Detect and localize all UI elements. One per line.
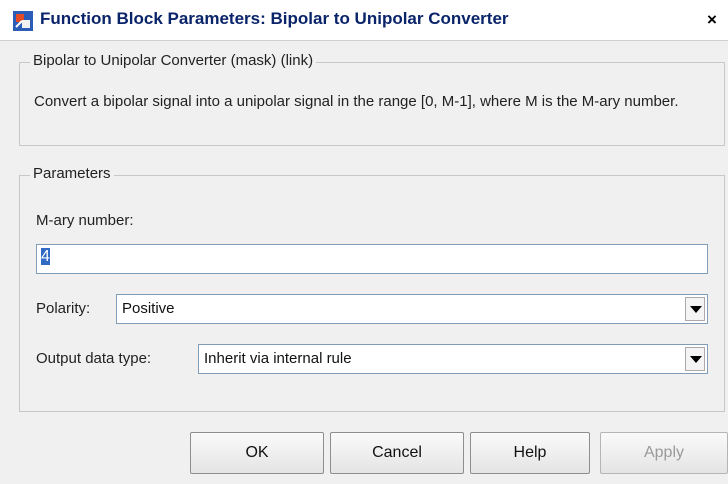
- help-button[interactable]: Help: [470, 432, 590, 474]
- chevron-down-icon[interactable]: [685, 347, 705, 371]
- parameters-group-label: Parameters: [30, 165, 114, 182]
- polarity-select[interactable]: Positive: [116, 294, 708, 324]
- output-data-type-value: Inherit via internal rule: [204, 350, 352, 367]
- cancel-button[interactable]: Cancel: [330, 432, 464, 474]
- title-bar[interactable]: Function Block Parameters: Bipolar to Un…: [0, 0, 728, 41]
- polarity-value: Positive: [122, 300, 175, 317]
- dialog-window: Function Block Parameters: Bipolar to Un…: [0, 0, 728, 484]
- window-title: Function Block Parameters: Bipolar to Un…: [40, 9, 509, 28]
- chevron-down-icon[interactable]: [685, 297, 705, 321]
- apply-button[interactable]: Apply: [600, 432, 728, 474]
- close-icon[interactable]: ×: [702, 10, 722, 30]
- mary-number-label: M-ary number:: [36, 212, 134, 229]
- polarity-label: Polarity:: [36, 300, 91, 317]
- mask-group-label: Bipolar to Unipolar Converter (mask) (li…: [30, 52, 317, 69]
- mary-number-input[interactable]: 4: [36, 244, 708, 274]
- mask-description-group: Bipolar to Unipolar Converter (mask) (li…: [19, 52, 725, 146]
- output-data-type-select[interactable]: Inherit via internal rule: [198, 344, 708, 374]
- block-description: Convert a bipolar signal into a unipolar…: [34, 93, 679, 110]
- simulink-block-icon: [13, 11, 33, 31]
- ok-button[interactable]: OK: [190, 432, 324, 474]
- output-data-type-label: Output data type:: [36, 350, 152, 367]
- mary-number-value: 4: [41, 248, 50, 265]
